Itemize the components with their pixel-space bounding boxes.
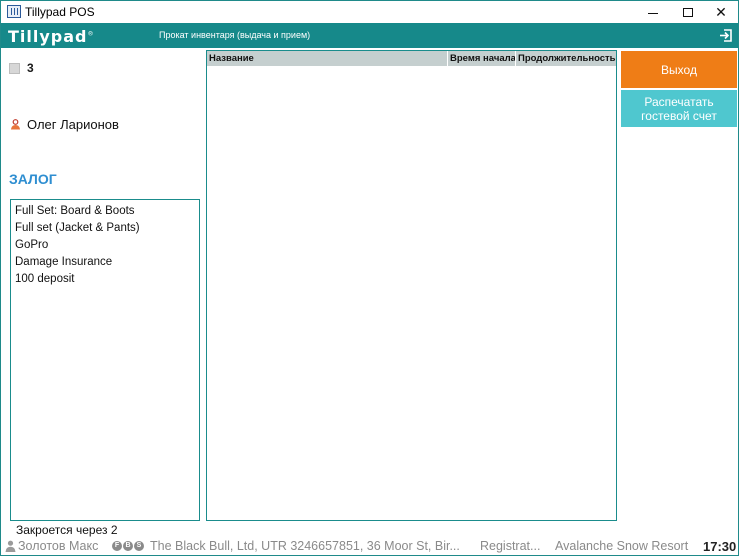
app-window: Tillypad POS ✕ Tillypad® Прокат инвентар… [0, 0, 739, 556]
rental-table[interactable]: Название Время начала Продолжительность [206, 50, 617, 521]
deposit-item[interactable]: GoPro [14, 237, 196, 254]
waiter-name: Олег Ларионов [27, 117, 119, 132]
app-header: Tillypad® Прокат инвентаря (выдача и при… [1, 23, 738, 48]
window-title: Tillypad POS [25, 5, 95, 19]
close-button[interactable]: ✕ [704, 1, 738, 23]
status-bar: Золотов Макс F B S The Black Bull, Ltd, … [1, 538, 738, 556]
column-header-name[interactable]: Название [207, 51, 448, 66]
minimize-button[interactable] [636, 1, 670, 23]
deposit-item[interactable]: 100 deposit [14, 271, 196, 288]
deposit-title: ЗАЛОГ [9, 171, 57, 187]
status-badge: S [134, 541, 144, 551]
status-company: The Black Bull, Ltd, UTR 3246657851, 36 … [150, 539, 460, 553]
exit-button[interactable]: Выход [621, 51, 737, 88]
person-icon [11, 119, 20, 130]
closes-in-text: Закроется через 2 [16, 523, 118, 537]
minimize-icon [648, 12, 658, 14]
status-resort: Avalanche Snow Resort [555, 539, 689, 553]
deposit-item[interactable]: Full Set: Board & Boots [14, 203, 196, 220]
header-title: Прокат инвентаря (выдача и прием) [159, 30, 311, 40]
column-header-start-time[interactable]: Время начала [448, 51, 516, 66]
column-header-duration[interactable]: Продолжительность [516, 51, 616, 66]
status-time: 17:30 [703, 539, 737, 554]
maximize-button[interactable] [671, 1, 705, 23]
title-bar[interactable]: Tillypad POS ✕ [1, 1, 738, 23]
print-guest-check-button[interactable]: Распечатать гостевой счет [621, 90, 737, 127]
maximize-icon [683, 7, 693, 17]
deposit-item[interactable]: Full set (Jacket & Pants) [14, 220, 196, 237]
user-icon [5, 540, 16, 552]
deposit-item[interactable]: Damage Insurance [14, 254, 196, 271]
deposit-list[interactable]: Full Set: Board & Boots Full set (Jacket… [10, 199, 200, 521]
waiter-row: Олег Ларионов [10, 117, 119, 132]
status-badges: F B S [112, 541, 145, 551]
table-checkbox[interactable] [9, 62, 20, 74]
logout-icon[interactable] [719, 29, 733, 42]
table-select-row[interactable]: 3 [9, 61, 34, 75]
table-number: 3 [27, 61, 34, 75]
tillypad-logo: Tillypad® [8, 27, 95, 46]
app-icon [7, 5, 21, 18]
table-header: Название Время начала Продолжительность [207, 51, 616, 66]
close-icon: ✕ [715, 3, 727, 20]
status-badge: F [112, 541, 122, 551]
status-registration: Registrat... [480, 539, 541, 553]
status-user-name: Золотов Макс [18, 539, 99, 553]
status-badge: B [123, 541, 133, 551]
